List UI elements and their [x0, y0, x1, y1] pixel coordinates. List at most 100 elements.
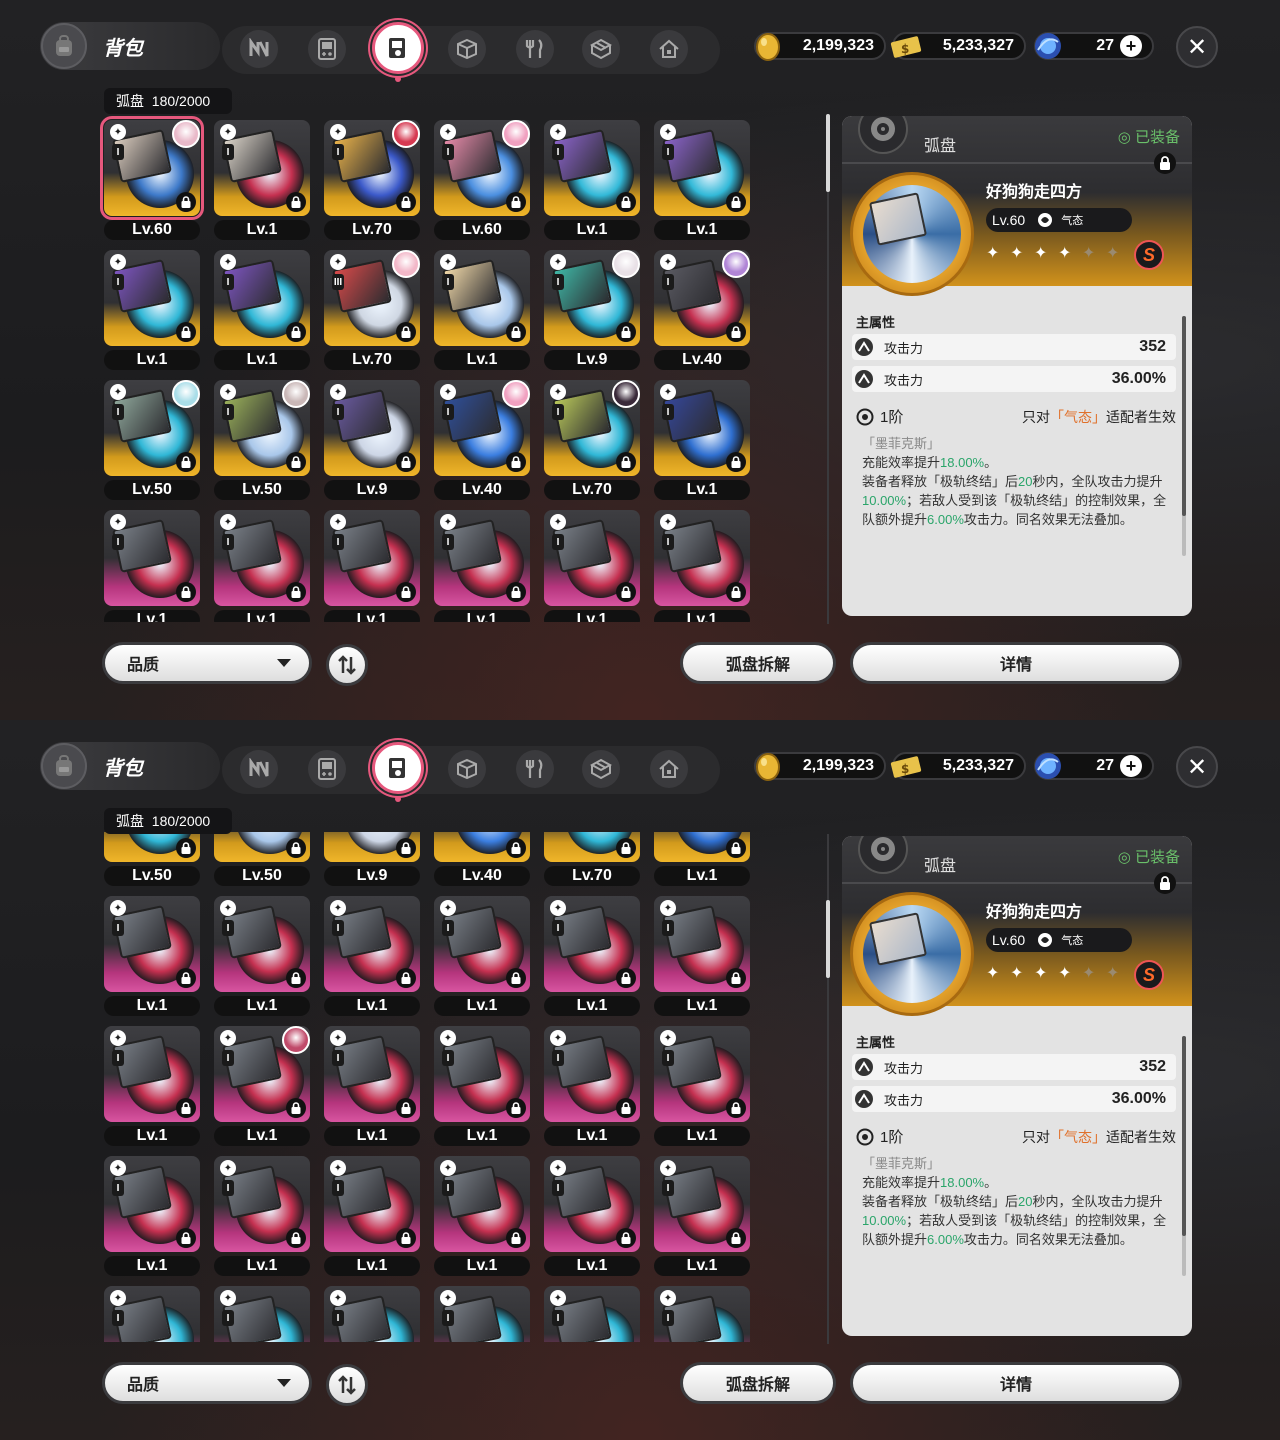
disc-card[interactable]: ✦I — [654, 832, 750, 862]
disc-card[interactable]: ✦I — [104, 896, 200, 992]
sort-order-button[interactable] — [326, 644, 368, 686]
close-button[interactable]: ✕ — [1176, 26, 1218, 68]
disc-card[interactable]: ✦I — [214, 1286, 310, 1342]
disc-item[interactable]: ✦ILv.1 — [210, 1282, 310, 1342]
close-button[interactable]: ✕ — [1176, 746, 1218, 788]
disc-item[interactable]: ✦ILv.1 — [540, 116, 640, 242]
disc-card[interactable]: ✦I — [654, 1286, 750, 1342]
disc-card[interactable]: ✦I — [214, 832, 310, 862]
home-tab[interactable] — [650, 30, 688, 68]
disc-card[interactable]: ✦I — [544, 120, 640, 216]
disc-item[interactable]: ✦ILv.1 — [100, 1282, 200, 1342]
disc-item[interactable]: ✦ILv.1 — [320, 1282, 420, 1342]
grid-scroll-thumb[interactable] — [826, 900, 830, 978]
disc-card[interactable]: ✦I — [324, 120, 420, 216]
disc-item[interactable]: ✦ILv.1 — [650, 116, 750, 242]
grid-scrollbar[interactable] — [826, 834, 830, 1344]
item-tab[interactable] — [582, 750, 620, 788]
disc-item[interactable]: ✦ILv.40 — [430, 376, 530, 502]
disc-card[interactable]: ✦ III — [324, 250, 420, 346]
disc-item[interactable]: ✦ILv.40 — [430, 832, 530, 888]
disc-card[interactable]: ✦I — [100, 116, 204, 220]
disc-card[interactable]: ✦I — [214, 1156, 310, 1252]
disc-card[interactable]: ✦I — [324, 832, 420, 862]
disc-item[interactable]: ✦ILv.1 — [100, 506, 200, 622]
detail-scrollbar[interactable] — [1182, 316, 1186, 556]
disc-card[interactable]: ✦I — [434, 380, 530, 476]
disc-item[interactable]: ✦ILv.1 — [210, 1152, 310, 1278]
disc-card[interactable]: ✦I — [654, 120, 750, 216]
disc-item[interactable]: ✦ILv.1 — [210, 892, 310, 1018]
details-button[interactable]: 详情 — [850, 1362, 1182, 1404]
disc-item[interactable]: ✦ILv.9 — [320, 376, 420, 502]
disc-item[interactable]: ✦ILv.1 — [100, 246, 200, 372]
disc-card[interactable]: ✦I — [544, 1026, 640, 1122]
disc-item[interactable]: ✦ILv.50 — [100, 832, 200, 888]
disc-card[interactable]: ✦I — [654, 250, 750, 346]
disc-tab[interactable] — [372, 742, 424, 802]
quality-filter-dropdown[interactable]: 品质 — [102, 642, 312, 684]
disc-item[interactable]: ✦ILv.1 — [210, 246, 310, 372]
dismantle-button[interactable]: 弧盘拆解 — [680, 642, 836, 684]
item-tab[interactable] — [582, 30, 620, 68]
disc-item[interactable]: ✦ILv.1 — [320, 1152, 420, 1278]
home-tab[interactable] — [650, 750, 688, 788]
disc-item[interactable]: ✦ILv.1 — [650, 376, 750, 502]
material-tab[interactable] — [448, 30, 486, 68]
disc-card[interactable]: ✦I — [324, 510, 420, 606]
disc-item[interactable]: ✦ILv.1 — [650, 1282, 750, 1342]
disc-item[interactable]: ✦ILv.1 — [430, 246, 530, 372]
disc-card[interactable]: ✦I — [434, 832, 530, 862]
disc-card[interactable]: ✦I — [654, 1156, 750, 1252]
disc-card[interactable]: ✦I — [214, 1026, 310, 1122]
disc-card[interactable]: ✦I — [434, 896, 530, 992]
disc-card[interactable]: ✦I — [434, 1026, 530, 1122]
disc-card[interactable]: ✦I — [104, 1156, 200, 1252]
disc-tab[interactable] — [372, 22, 424, 82]
disc-card[interactable]: ✦I — [544, 1286, 640, 1342]
disc-item[interactable]: ✦ILv.1 — [430, 506, 530, 622]
dismantle-button[interactable]: 弧盘拆解 — [680, 1362, 836, 1404]
quality-filter-dropdown[interactable]: 品质 — [102, 1362, 312, 1404]
disc-item[interactable]: ✦ILv.1 — [650, 1022, 750, 1148]
agent-tab[interactable] — [240, 30, 278, 68]
disc-card[interactable]: ✦I — [214, 250, 310, 346]
disc-card[interactable]: ✦I — [434, 1156, 530, 1252]
disc-item[interactable]: ✦ILv.1 — [320, 1022, 420, 1148]
disc-card[interactable]: ✦I — [104, 250, 200, 346]
agent-tab[interactable] — [240, 750, 278, 788]
disc-item[interactable]: ✦ILv.1 — [430, 1282, 530, 1342]
lock-toggle-icon[interactable] — [1154, 872, 1176, 894]
disc-item[interactable]: ✦ILv.1 — [320, 892, 420, 1018]
disc-item[interactable]: ✦ILv.40 — [650, 246, 750, 372]
grid-scroll-thumb[interactable] — [826, 114, 830, 192]
disc-item[interactable]: ✦ I Lv.60 — [430, 116, 530, 242]
disc-item[interactable]: ✦ILv.1 — [100, 892, 200, 1018]
disc-item[interactable]: ✦ILv.70 — [320, 116, 420, 242]
disc-item[interactable]: ✦ILv.50 — [210, 832, 310, 888]
disc-item[interactable]: ✦ILv.1 — [100, 1152, 200, 1278]
disc-card[interactable]: ✦I — [654, 510, 750, 606]
disc-item[interactable]: ✦ILv.1 — [100, 1022, 200, 1148]
disc-item[interactable]: ✦ILv.1 — [650, 832, 750, 888]
disc-card[interactable]: ✦I — [544, 1156, 640, 1252]
disc-card[interactable]: ✦I — [324, 380, 420, 476]
disc-item[interactable]: ✦ILv.1 — [210, 116, 310, 242]
disc-item[interactable]: ✦ILv.70 — [540, 376, 640, 502]
disc-card[interactable]: ✦I — [434, 250, 530, 346]
disc-item[interactable]: ✦ILv.1 — [540, 506, 640, 622]
disc-card[interactable]: ✦I — [434, 510, 530, 606]
disc-item[interactable]: ✦ILv.1 — [650, 506, 750, 622]
disc-card[interactable]: ✦I — [544, 896, 640, 992]
disc-card[interactable]: ✦I — [214, 510, 310, 606]
device-tab[interactable] — [308, 750, 346, 788]
disc-item[interactable]: ✦ILv.50 — [210, 376, 310, 502]
disc-item[interactable]: ✦ III Lv.70 — [320, 246, 420, 372]
disc-item[interactable]: ✦ILv.1 — [650, 1152, 750, 1278]
disc-item[interactable]: ✦ILv.70 — [540, 832, 640, 888]
disc-card[interactable]: ✦I — [324, 1156, 420, 1252]
disc-item[interactable]: ✦ILv.9 — [320, 832, 420, 888]
food-tab[interactable] — [516, 750, 554, 788]
add-energy-button[interactable]: + — [1120, 755, 1142, 777]
disc-card[interactable]: ✦I — [324, 1026, 420, 1122]
